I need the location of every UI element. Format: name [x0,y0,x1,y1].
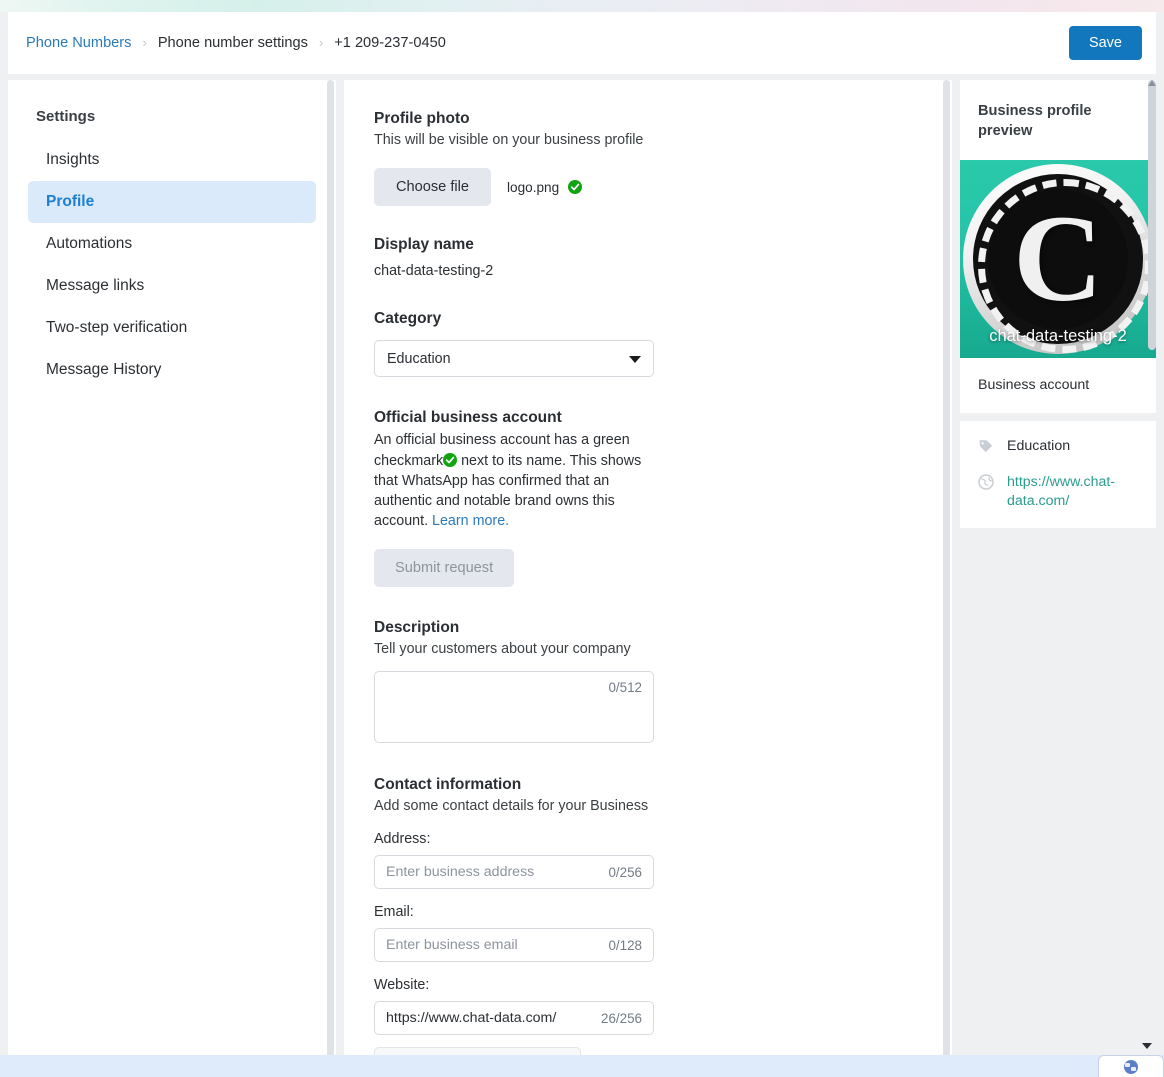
sidebar-item-message-history[interactable]: Message History [28,349,316,391]
uploaded-file-name: logo.png [507,179,560,195]
official-business-account-description: An official business account has a green… [374,430,649,531]
main-panel-scrollbar[interactable] [943,80,950,1070]
preview-account-type: Business account [960,358,1156,414]
sidebar-item-insights[interactable]: Insights [28,139,316,181]
description-title: Description [374,618,460,636]
website-input[interactable]: https://www.chat-data.com/ 26/256 [374,1001,654,1036]
breadcrumb-item-phone-number-settings[interactable]: Phone number settings [158,35,308,51]
email-placeholder: Enter business email [386,937,518,954]
website-label: Website: [374,977,430,994]
preview-title: Business profile preview [978,103,1092,139]
browser-bottom-band [0,1055,1164,1077]
browser-taskbar-tab[interactable] [1098,1055,1164,1077]
preview-scrollbar[interactable] [1148,80,1156,350]
settings-sidebar: Settings Insights Profile Automations Me… [8,80,336,1070]
sidebar-nav: Insights Profile Automations Message lin… [8,139,336,391]
preview-details: Education https://www.chat-data.com/ [960,421,1156,528]
breadcrumb-separator-icon: › [318,34,324,50]
preview-category-value: Education [1007,438,1071,455]
email-counter: 0/128 [608,937,642,953]
address-label: Address: [374,831,431,848]
chevron-down-icon [629,355,641,363]
scroll-up-arrow-icon[interactable] [1148,80,1156,86]
contact-information-subtitle: Add some contact details for your Busine… [374,798,649,815]
breadcrumb-item-phone-numbers[interactable]: Phone Numbers [26,35,131,51]
email-input[interactable]: Enter business email 0/128 [374,928,654,963]
breadcrumb-separator-icon: › [142,34,147,50]
business-profile-preview-panel: Business profile preview C chat-data-tes… [960,80,1156,1070]
preview-profile-photo: C chat-data-testing-2 [960,160,1156,359]
address-placeholder: Enter business address [386,864,535,881]
preview-profile-name-overlay: chat-data-testing-2 [989,327,1127,346]
email-label: Email: [374,904,414,921]
address-input[interactable]: Enter business address 0/256 [374,855,654,890]
sidebar-item-two-step-verification[interactable]: Two-step verification [28,307,316,349]
category-selected-value: Education [387,350,451,367]
address-counter: 0/256 [608,864,642,880]
sidebar-item-message-links[interactable]: Message links [28,265,316,307]
body-area: Settings Insights Profile Automations Me… [8,80,1156,1070]
breadcrumb: Phone Numbers › Phone number settings › … [26,34,446,52]
save-button[interactable]: Save [1068,26,1142,60]
preview-website-link[interactable]: https://www.chat-data.com/ [1007,473,1142,510]
category-title: Category [374,310,442,328]
globe-icon [978,474,994,495]
green-check-icon [568,180,583,195]
display-name-value: chat-data-testing-2 [374,263,494,280]
preview-category-row: Education [978,437,1142,459]
app-page: Phone Numbers › Phone number settings › … [0,12,1164,1077]
profile-form-panel: Profile photo This will be visible on yo… [344,80,952,1070]
profile-photo-subtitle: This will be visible on your business pr… [374,132,644,148]
profile-photo-title: Profile photo [374,110,470,127]
category-select[interactable]: Education [374,340,654,378]
preview-website-row: https://www.chat-data.com/ [978,473,1142,510]
official-business-account-title: Official business account [374,409,562,427]
description-textarea[interactable]: 0/512 [374,671,654,744]
sidebar-title: Settings [36,108,96,125]
website-value: https://www.chat-data.com/ [386,1010,557,1027]
website-counter: 26/256 [601,1010,642,1026]
preview-header: Business profile preview [960,80,1156,161]
globe-icon [1124,1059,1138,1074]
submit-request-button[interactable]: Submit request [374,548,515,587]
chevron-down-icon [1142,1043,1152,1049]
sidebar-item-automations[interactable]: Automations [28,223,316,265]
breadcrumb-item-current: +1 209-237-0450 [334,35,446,51]
green-check-icon [443,452,458,467]
preview-divider [960,413,1156,422]
learn-more-link[interactable]: Learn more. [432,513,509,529]
browser-chrome-strip [0,0,1164,12]
sidebar-scrollbar[interactable] [327,80,334,1070]
contact-information-title: Contact information [374,776,522,794]
sidebar-item-profile[interactable]: Profile [28,181,316,223]
app-header: Phone Numbers › Phone number settings › … [8,12,1156,74]
description-subtitle: Tell your customers about your company [374,640,631,657]
choose-file-button[interactable]: Choose file [374,168,492,207]
display-name-title: Display name [374,236,474,254]
logo-letter-c: C [1013,190,1103,328]
profile-form: Profile photo This will be visible on yo… [344,80,952,1070]
profile-photo-row: Choose file logo.png [374,168,952,207]
tag-icon [978,438,994,459]
description-counter: 0/512 [608,680,642,696]
